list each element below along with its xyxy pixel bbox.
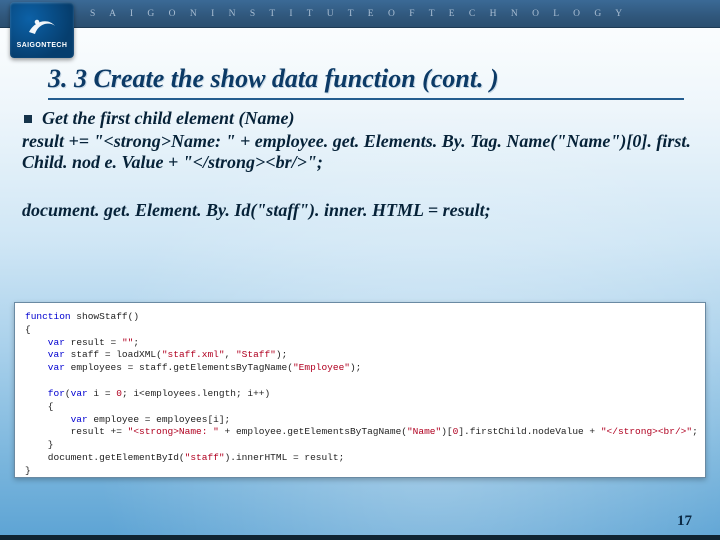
code-token: + employee.getElementsByTagName( xyxy=(219,426,407,437)
code-token: employees = staff.getElementsByTagName( xyxy=(65,362,293,373)
code-token: "" xyxy=(122,337,133,348)
title-underline xyxy=(48,98,684,100)
code-token: "Staff" xyxy=(236,349,276,360)
brand-text: SAIGONTECH xyxy=(17,42,68,49)
code-token: employee = employees[i]; xyxy=(88,414,231,425)
code-screenshot-panel: function showStaff() { var result = "" ; … xyxy=(14,302,706,478)
code-token: var xyxy=(25,362,65,373)
slide-title-block: 3. 3 Create the show data function (cont… xyxy=(48,64,684,100)
code-token: "<strong>Name: " xyxy=(128,426,219,437)
code-token: ; i<employees.length; i++) xyxy=(122,388,270,399)
code-token: var xyxy=(25,414,88,425)
code-token: document.getElementById( xyxy=(25,452,185,463)
brand-logo: SAIGONTECH xyxy=(10,2,74,58)
code-token: showStaff() xyxy=(71,311,139,322)
code-token: var xyxy=(25,337,65,348)
code-token: ).innerHTML = result; xyxy=(225,452,345,463)
page-number: 17 xyxy=(677,513,692,530)
top-bar: S A I G O N I N S T I T U T E O F T E C … xyxy=(0,0,720,28)
code-token: ].firstChild.nodeValue + xyxy=(458,426,601,437)
bullet-get-first-child: Get the first child element (Name) xyxy=(22,108,702,129)
code-token: , xyxy=(225,349,236,360)
code-token: "</strong><br/>" xyxy=(601,426,692,437)
code-token: "Name" xyxy=(407,426,441,437)
code-token: "staff" xyxy=(185,452,225,463)
slide-body: Get the first child element (Name) resul… xyxy=(22,108,702,221)
code-token: for xyxy=(25,388,65,399)
code-token: var xyxy=(71,388,88,399)
institute-name: S A I G O N I N S T I T U T E O F T E C … xyxy=(90,9,628,19)
code-token: function xyxy=(25,311,71,322)
code-token: } xyxy=(25,465,31,476)
bottom-strip xyxy=(0,535,720,540)
code-token: i = xyxy=(88,388,117,399)
code-token: ); xyxy=(350,362,361,373)
code-token: staff = loadXML( xyxy=(65,349,162,360)
code-token: result = xyxy=(65,337,122,348)
slide-title: 3. 3 Create the show data function (cont… xyxy=(48,64,684,94)
code-token: { xyxy=(25,401,54,412)
code-token: "staff.xml" xyxy=(162,349,225,360)
code-token: "Employee" xyxy=(293,362,350,373)
code-token: ; xyxy=(692,426,698,437)
code-line-innerhtml: document. get. Element. By. Id("staff").… xyxy=(22,200,702,221)
code-token: result += xyxy=(25,426,128,437)
logo-swoosh-icon xyxy=(25,12,59,40)
code-token: { xyxy=(25,324,31,335)
code-token: var xyxy=(25,349,65,360)
code-token: ); xyxy=(276,349,287,360)
code-token: } xyxy=(25,439,54,450)
code-token: )[ xyxy=(441,426,452,437)
code-token: ; xyxy=(133,337,139,348)
code-line-result-append: result += "<strong>Name: " + employee. g… xyxy=(22,131,702,173)
